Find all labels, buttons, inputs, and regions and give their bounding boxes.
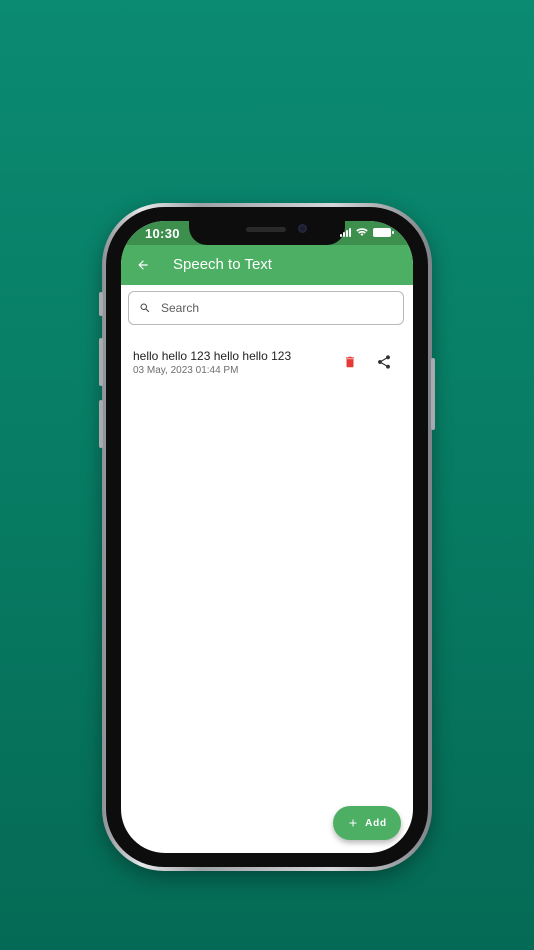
status-icons (340, 227, 394, 237)
battery-icon (373, 228, 394, 237)
search-icon (140, 303, 150, 313)
phone-silent-switch (99, 292, 103, 316)
status-bar: 10:30 (121, 221, 413, 245)
phone-volume-up-button (99, 338, 103, 386)
wifi-icon (356, 228, 368, 236)
add-button[interactable]: Add (333, 806, 401, 840)
page-title: Speech to Text (173, 256, 272, 273)
search-input[interactable] (161, 297, 391, 319)
status-time: 10:30 (145, 226, 180, 241)
share-button[interactable] (373, 351, 395, 373)
app-bar: Speech to Text (121, 245, 413, 285)
notch (189, 221, 345, 245)
search-field[interactable] (128, 291, 404, 325)
share-icon (377, 355, 391, 369)
delete-button[interactable] (339, 351, 361, 373)
speaker-grille (246, 227, 286, 232)
list-item[interactable]: hello hello 123 hello hello 123 03 May, … (121, 339, 413, 385)
phone-volume-down-button (99, 400, 103, 448)
front-camera (298, 224, 307, 233)
signal-icon (340, 227, 351, 237)
item-date: 03 May, 2023 01:44 PM (133, 365, 239, 376)
back-button[interactable] (131, 253, 155, 277)
delete-icon (345, 356, 355, 368)
app-screen: 10:30 Speech to Text Search hello hello … (121, 221, 413, 853)
arrow-left-icon (138, 260, 148, 270)
add-button-label: Add (365, 817, 387, 829)
item-title: hello hello 123 hello hello 123 (133, 349, 292, 363)
phone-power-button (431, 358, 435, 430)
plus-icon (349, 819, 357, 827)
